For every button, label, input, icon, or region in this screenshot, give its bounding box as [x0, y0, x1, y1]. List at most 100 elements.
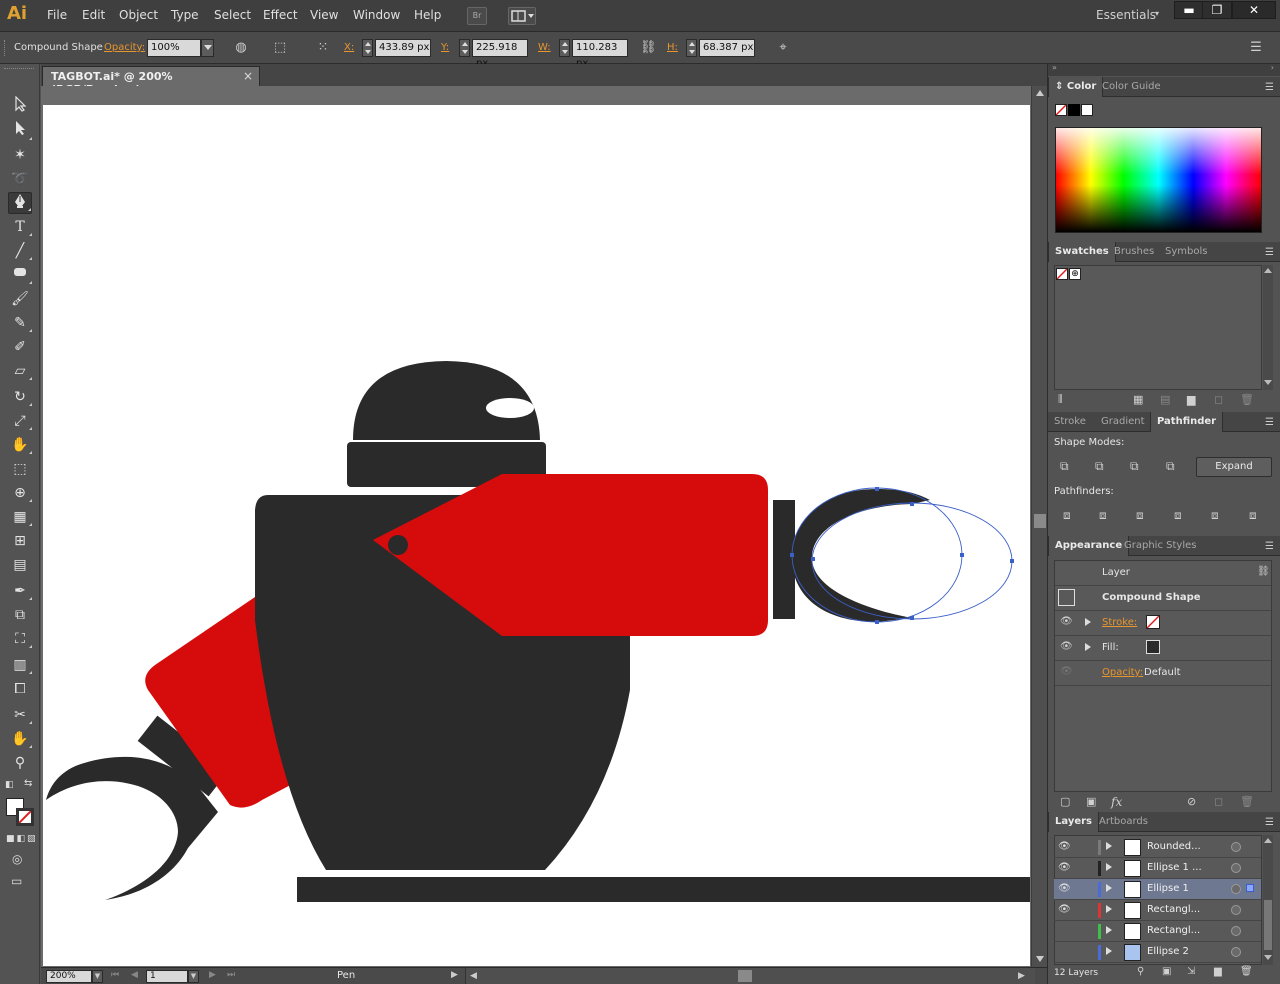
- layer-target-icon[interactable]: [1231, 905, 1241, 915]
- workspace-switcher[interactable]: Essentials: [1096, 8, 1156, 22]
- unite-icon[interactable]: ⧉: [1060, 459, 1069, 474]
- tab-symbols[interactable]: Symbols: [1159, 242, 1213, 262]
- panel-menu-icon[interactable]: ☰: [1248, 40, 1264, 56]
- panel-menu-icon[interactable]: ☰: [1265, 247, 1274, 258]
- minus-back-icon[interactable]: ⧈: [1249, 508, 1257, 523]
- tab-stroke[interactable]: Stroke: [1048, 412, 1092, 432]
- make-clipping-mask-icon[interactable]: ▣: [1162, 966, 1171, 977]
- first-artboard-icon[interactable]: ⏮: [111, 970, 119, 980]
- new-swatch-icon[interactable]: ◻: [1214, 393, 1223, 406]
- expand-icon[interactable]: ›: [1271, 63, 1274, 72]
- layers-scrollbar[interactable]: [1263, 835, 1273, 965]
- tab-graphic-styles[interactable]: Graphic Styles: [1118, 536, 1202, 556]
- tag-hole[interactable]: [388, 535, 408, 555]
- delete-item-icon[interactable]: 🗑︎: [1240, 795, 1254, 808]
- layer-row[interactable]: 👁︎ Rounded...: [1054, 837, 1261, 858]
- create-new-layer-icon[interactable]: ▆: [1214, 966, 1222, 977]
- anchor-point[interactable]: [910, 502, 914, 506]
- swatch-options-icon[interactable]: ▤: [1160, 393, 1170, 406]
- panel-menu-icon[interactable]: ☰: [1265, 817, 1274, 828]
- scroll-down-icon[interactable]: [1036, 956, 1044, 962]
- layer-name[interactable]: Rectangl...: [1147, 904, 1200, 915]
- swatches-scrollbar[interactable]: [1263, 265, 1273, 390]
- registration-swatch-icon[interactable]: ⊕: [1069, 268, 1081, 280]
- duplicate-item-icon[interactable]: ◻: [1214, 795, 1223, 808]
- expand-layer-icon[interactable]: [1106, 842, 1112, 850]
- close-button[interactable]: ✕: [1232, 1, 1276, 19]
- delete-swatch-icon[interactable]: 🗑︎: [1240, 393, 1254, 406]
- vertical-scrollbar[interactable]: [1031, 86, 1047, 967]
- expand-fill-icon[interactable]: [1085, 643, 1091, 651]
- scroll-up-icon[interactable]: [1264, 838, 1272, 843]
- layer-name[interactable]: Ellipse 1: [1147, 883, 1189, 894]
- visibility-eye-icon[interactable]: 👁︎: [1058, 904, 1071, 915]
- layer-target-icon[interactable]: [1231, 842, 1241, 852]
- opacity-label[interactable]: Opacity:: [1102, 667, 1143, 678]
- collapse-icon[interactable]: »: [1052, 63, 1057, 72]
- expand-layer-icon[interactable]: [1106, 905, 1112, 913]
- anchor-point[interactable]: [875, 487, 879, 491]
- layer-name[interactable]: Ellipse 2: [1147, 946, 1189, 957]
- tab-appearance[interactable]: Appearance: [1048, 536, 1130, 556]
- minimize-button[interactable]: ▬: [1174, 1, 1204, 19]
- layers-scroll-thumb[interactable]: [1264, 900, 1272, 950]
- expand-layer-icon[interactable]: [1106, 863, 1112, 871]
- swatch-libraries-icon[interactable]: ⫼: [1058, 394, 1063, 405]
- expand-layer-icon[interactable]: [1106, 947, 1112, 955]
- layer-name[interactable]: Rectangl...: [1147, 925, 1200, 936]
- expand-button[interactable]: Expand: [1196, 457, 1272, 477]
- outline-icon[interactable]: ⧈: [1211, 508, 1219, 523]
- scroll-down-icon[interactable]: [1264, 380, 1272, 385]
- visibility-eye-icon[interactable]: 👁︎: [1058, 841, 1071, 852]
- crop-icon[interactable]: ⧈: [1174, 508, 1182, 523]
- scroll-up-icon[interactable]: [1036, 90, 1044, 96]
- add-fill-icon[interactable]: ▣: [1086, 795, 1096, 808]
- trim-icon[interactable]: ⧈: [1099, 508, 1107, 523]
- panel-menu-icon[interactable]: ☰: [1265, 417, 1274, 428]
- robot-eye[interactable]: [486, 398, 534, 418]
- layer-row[interactable]: 👁︎ Ellipse 1: [1054, 879, 1261, 900]
- eye-icon[interactable]: 👁︎: [1060, 641, 1073, 652]
- tab-pathfinder[interactable]: Pathfinder: [1150, 412, 1224, 432]
- layer-name[interactable]: Rounded...: [1147, 841, 1201, 852]
- artboard-number-field[interactable]: 1: [146, 970, 188, 983]
- visibility-eye-icon[interactable]: 👁︎: [1058, 862, 1071, 873]
- stroke-swatch-none[interactable]: [1055, 104, 1067, 116]
- scroll-right-icon[interactable]: ▶: [1018, 971, 1025, 981]
- black-swatch[interactable]: [1068, 104, 1080, 116]
- delete-layer-icon[interactable]: 🗑︎: [1240, 966, 1253, 977]
- expand-layer-icon[interactable]: [1106, 884, 1112, 892]
- fill-label[interactable]: Fill:: [1102, 642, 1119, 653]
- scroll-up-icon[interactable]: [1264, 268, 1272, 273]
- layer-name[interactable]: Ellipse 1 ...: [1147, 862, 1202, 873]
- anchor-point[interactable]: [790, 553, 794, 557]
- layer-row[interactable]: 👁︎ Ellipse 1 ...: [1054, 858, 1261, 879]
- artwork[interactable]: [0, 0, 1031, 967]
- eye-icon[interactable]: 👁︎: [1060, 666, 1073, 677]
- minus-front-icon[interactable]: ⧉: [1095, 459, 1104, 474]
- create-sublayer-icon[interactable]: ⇲: [1187, 966, 1195, 977]
- layer-target-icon[interactable]: [1231, 863, 1241, 873]
- layer-target-icon[interactable]: [1231, 884, 1241, 894]
- layer-target-icon[interactable]: [1231, 926, 1241, 936]
- divide-icon[interactable]: ⧈: [1063, 508, 1071, 523]
- merge-icon[interactable]: ⧈: [1136, 508, 1144, 523]
- tab-swatches[interactable]: Swatches: [1048, 242, 1116, 262]
- eye-icon[interactable]: 👁︎: [1060, 616, 1073, 627]
- white-swatch[interactable]: [1081, 104, 1093, 116]
- anchor-point[interactable]: [910, 616, 914, 620]
- anchor-point[interactable]: [960, 553, 964, 557]
- artboard-dropdown[interactable]: ▼: [188, 970, 199, 983]
- zoom-field[interactable]: 200%: [46, 970, 92, 983]
- last-artboard-icon[interactable]: ⏭: [227, 970, 235, 980]
- scroll-down-icon[interactable]: [1264, 955, 1272, 960]
- status-menu-icon[interactable]: ▶: [451, 970, 458, 980]
- layer-row[interactable]: Rectangl...: [1054, 921, 1261, 942]
- expand-stroke-icon[interactable]: [1085, 618, 1091, 626]
- fill-color-swatch[interactable]: [1146, 640, 1160, 654]
- robot-hand-joint[interactable]: [773, 500, 795, 619]
- tab-gradient[interactable]: Gradient: [1095, 412, 1151, 432]
- scroll-left-icon[interactable]: ◀: [470, 971, 477, 981]
- layer-row[interactable]: 👁︎ Rectangl...: [1054, 900, 1261, 921]
- add-effect-icon[interactable]: fx: [1111, 795, 1122, 809]
